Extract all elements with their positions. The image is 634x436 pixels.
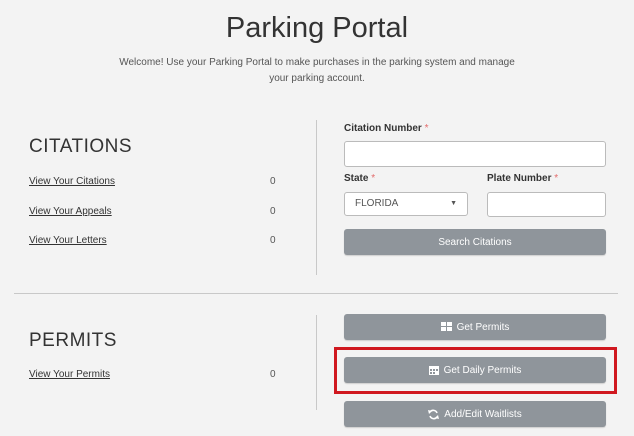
permits-divider (316, 315, 317, 410)
add-edit-waitlists-label: Add/Edit Waitlists (444, 408, 522, 420)
citation-number-input[interactable] (344, 141, 606, 167)
welcome-text: Welcome! Use your Parking Portal to make… (80, 55, 554, 87)
plate-number-label: Plate Number * (487, 173, 558, 184)
refresh-icon (428, 409, 440, 420)
state-select[interactable]: FLORIDA ▼ (344, 192, 468, 216)
citation-number-label-text: Citation Number (344, 123, 422, 134)
permits-heading: PERMITS (29, 330, 117, 351)
citations-divider (316, 120, 317, 275)
welcome-line-2: your parking account. (269, 73, 365, 84)
section-divider (14, 293, 618, 294)
add-edit-waitlists-button[interactable]: Add/Edit Waitlists (344, 401, 606, 427)
appeals-count: 0 (270, 206, 276, 217)
view-permits-link[interactable]: View Your Permits (29, 369, 110, 380)
plate-number-input[interactable] (487, 192, 606, 217)
required-marker: * (554, 173, 559, 184)
required-marker: * (424, 123, 429, 134)
citation-number-label: Citation Number * (344, 123, 428, 134)
plate-number-label-text: Plate Number (487, 173, 552, 184)
required-marker: * (371, 173, 376, 184)
search-citations-button[interactable]: Search Citations (344, 229, 606, 255)
welcome-line-1: Welcome! Use your Parking Portal to make… (119, 57, 515, 68)
state-select-value: FLORIDA (355, 198, 399, 209)
get-daily-permits-button[interactable]: Get Daily Permits (344, 357, 606, 383)
caret-down-icon: ▼ (450, 200, 457, 207)
citations-count: 0 (270, 176, 276, 187)
search-citations-label: Search Citations (438, 236, 512, 248)
view-letters-link[interactable]: View Your Letters (29, 235, 107, 246)
state-label-text: State (344, 173, 369, 184)
letters-count: 0 (270, 235, 276, 246)
page-title: Parking Portal (225, 12, 409, 44)
get-permits-button[interactable]: Get Permits (344, 314, 606, 340)
grid-icon (440, 322, 452, 332)
view-appeals-link[interactable]: View Your Appeals (29, 206, 112, 217)
view-citations-link[interactable]: View Your Citations (29, 176, 115, 187)
citations-heading: CITATIONS (29, 136, 133, 157)
state-label: State * (344, 173, 375, 184)
permits-count: 0 (270, 369, 276, 380)
get-daily-permits-label: Get Daily Permits (443, 364, 522, 376)
calendar-icon (428, 365, 439, 375)
get-permits-label: Get Permits (456, 321, 510, 333)
